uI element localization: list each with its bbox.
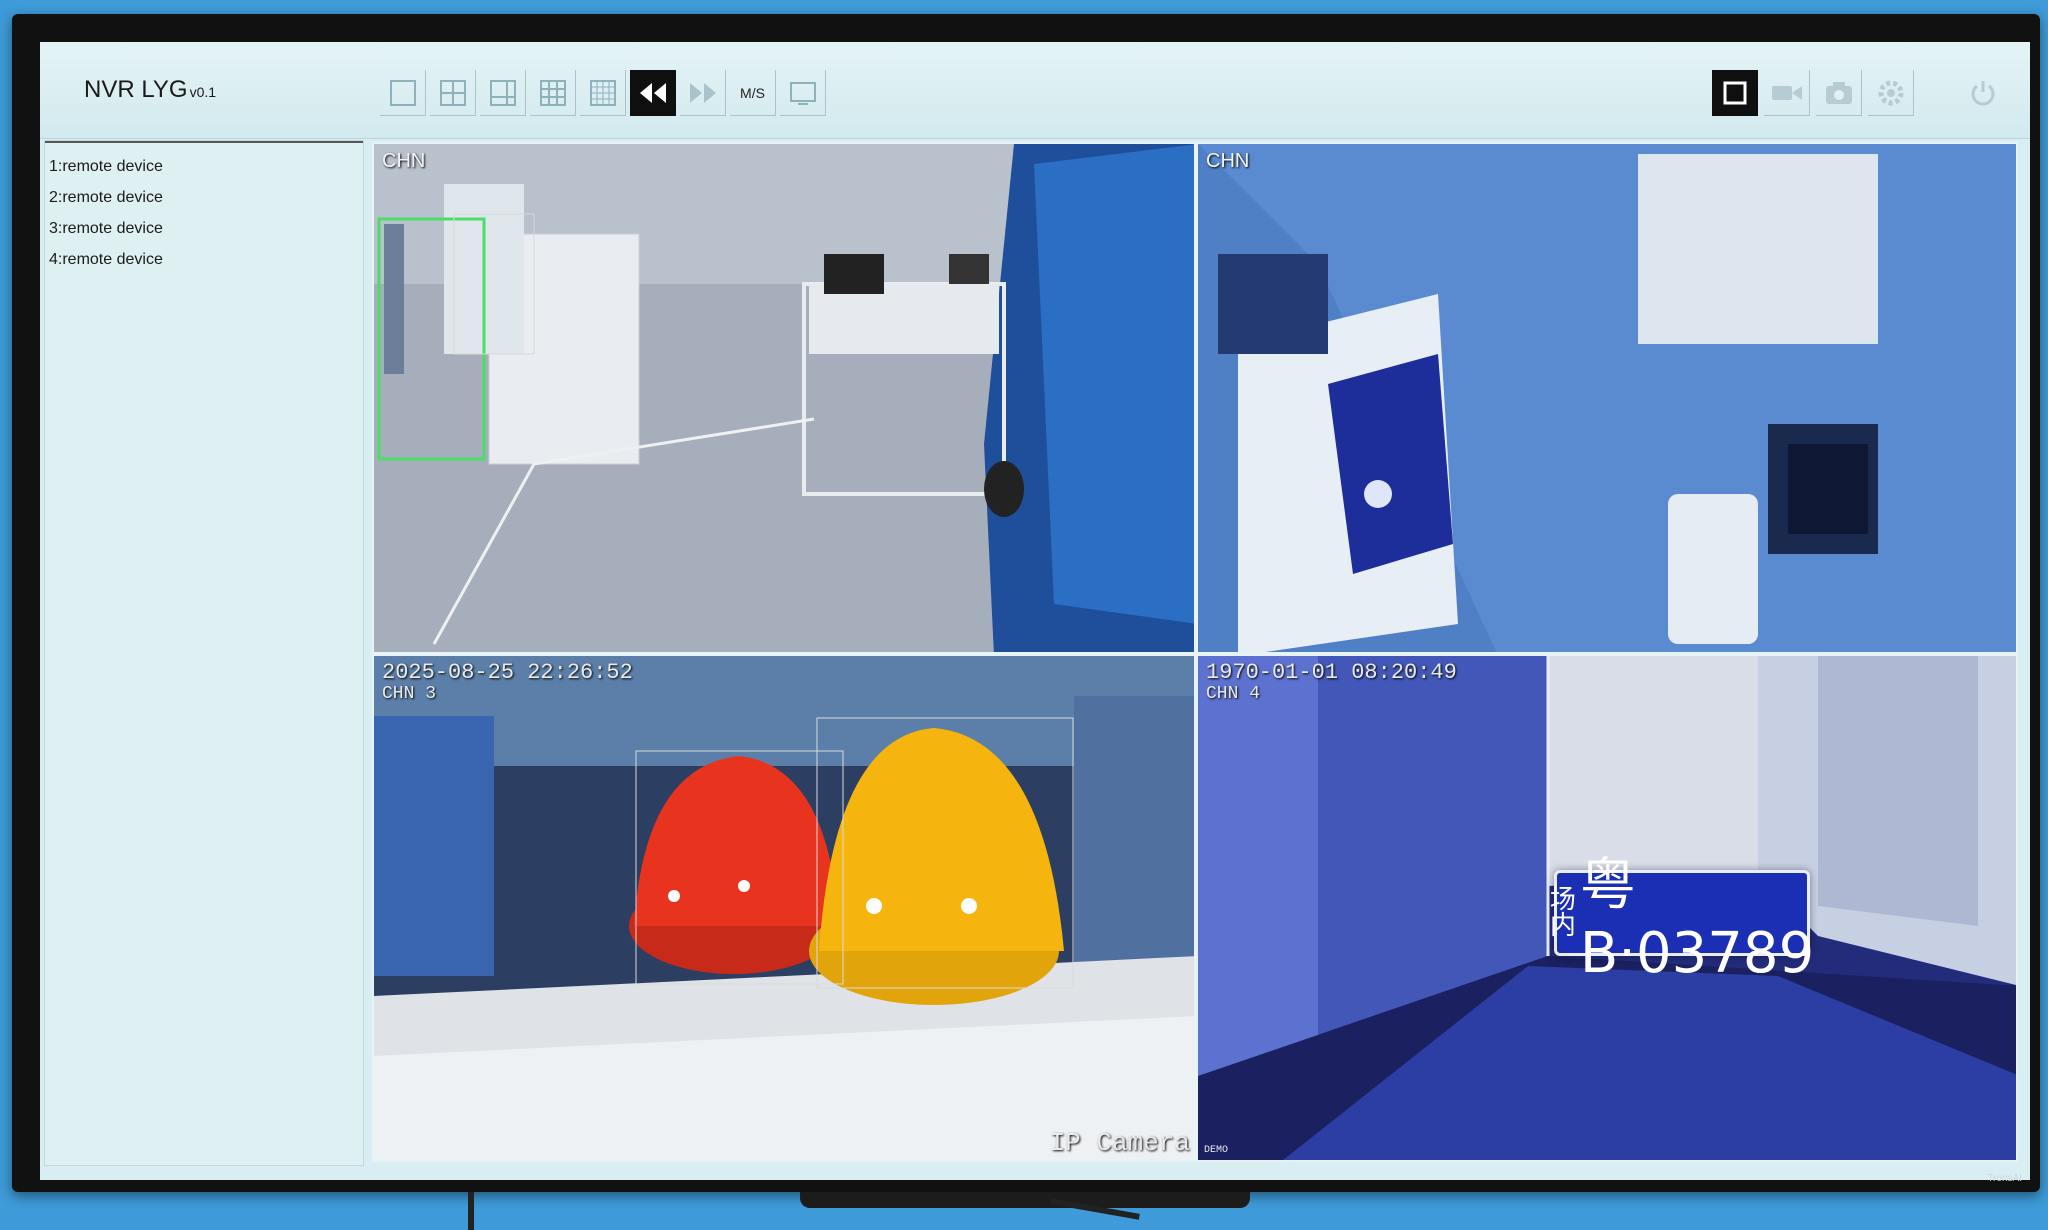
- camera-1-label: CHN: [382, 150, 426, 172]
- screen-icon: [789, 81, 816, 105]
- app-title: NVR LYG v0.1: [84, 76, 216, 104]
- layout-4-icon: [439, 79, 466, 106]
- settings-button[interactable]: [1868, 70, 1914, 116]
- camera-4-channel: CHN 4: [1206, 684, 1261, 704]
- device-item-3[interactable]: 3:remote device: [49, 213, 363, 244]
- camera-3-feed: [374, 656, 1194, 1160]
- monitor-brand: TronsAI: [1987, 1173, 2022, 1184]
- layout-16-button[interactable]: [580, 70, 626, 116]
- sidebar-divider: [45, 141, 363, 143]
- device-list: 1:remote device 2:remote device 3:remote…: [45, 141, 363, 275]
- app-version: v0.1: [189, 84, 217, 100]
- toolbar: NVR LYG v0.1 M/S: [40, 42, 2030, 139]
- power-icon: [1971, 81, 1995, 106]
- cable: [468, 1192, 474, 1230]
- camera-view-2[interactable]: CHN: [1196, 142, 2018, 654]
- layout-6-icon: [489, 79, 516, 106]
- monitor-stand: [800, 1192, 1250, 1208]
- device-item-2[interactable]: 2:remote device: [49, 182, 363, 213]
- camera-view-3[interactable]: 2025-08-25 22:26:52 CHN 3 IP Camera: [372, 654, 1196, 1162]
- camera-4-osd-time: 1970-01-01 08:20:49: [1206, 660, 1457, 685]
- camera-2-feed: [1198, 144, 2016, 652]
- fast-forward-icon: [689, 82, 716, 103]
- fullscreen-icon: [1723, 81, 1747, 105]
- video-grid: CHN CHN 2025-08-25 22:26:52 CHN 3 IP Cam…: [372, 142, 2018, 1162]
- layout-9-button[interactable]: [530, 70, 576, 116]
- main-sub-stream-button[interactable]: M/S: [730, 70, 776, 116]
- camera-3-channel: CHN 3: [382, 684, 437, 704]
- app-title-text: NVR LYG: [84, 76, 188, 103]
- rewind-button[interactable]: [630, 70, 676, 116]
- record-button[interactable]: [1764, 70, 1810, 116]
- layout-4-button[interactable]: [430, 70, 476, 116]
- fast-forward-button[interactable]: [680, 70, 726, 116]
- main-sub-stream-label: M/S: [740, 84, 765, 101]
- layout-1-icon: [389, 79, 416, 106]
- camera-3-osd-time: 2025-08-25 22:26:52: [382, 660, 633, 685]
- layout-6-button[interactable]: [480, 70, 526, 116]
- snapshot-button[interactable]: [1816, 70, 1862, 116]
- power-button[interactable]: [1960, 70, 2006, 116]
- layout-16-icon: [589, 79, 616, 106]
- camera-3-osd-bottom: IP Camera: [1049, 1128, 1190, 1158]
- layout-1-button[interactable]: [380, 70, 426, 116]
- monitor-bezel: NVR LYG v0.1 M/S 1:remote device 2:remot…: [12, 14, 2040, 1192]
- device-item-4[interactable]: 4:remote device: [49, 244, 363, 275]
- camera-view-1[interactable]: CHN: [372, 142, 1196, 654]
- plate-prefix: 场内: [1549, 885, 1576, 941]
- device-item-1[interactable]: 1:remote device: [49, 151, 363, 182]
- snapshot-icon: [1825, 81, 1852, 104]
- camera-2-label: CHN: [1206, 150, 1250, 172]
- layout-9-icon: [539, 79, 566, 106]
- plate-text: 粤B·03789: [1579, 853, 1815, 986]
- license-plate: 场内 粤B·03789: [1550, 853, 1814, 986]
- settings-icon: [1878, 80, 1903, 105]
- fullscreen-button[interactable]: [1712, 70, 1758, 116]
- nvr-screen: NVR LYG v0.1 M/S 1:remote device 2:remot…: [40, 42, 2030, 1180]
- camera-view-4[interactable]: 场内 粤B·03789 1970-01-01 08:20:49 CHN 4 DE…: [1196, 654, 2018, 1162]
- camera-4-osd-demo: DEMO: [1204, 1145, 1229, 1156]
- screen-button[interactable]: [780, 70, 826, 116]
- camera-1-feed: [374, 144, 1194, 652]
- device-sidebar: 1:remote device 2:remote device 3:remote…: [44, 140, 364, 1166]
- record-icon: [1771, 85, 1802, 100]
- rewind-icon: [640, 83, 666, 103]
